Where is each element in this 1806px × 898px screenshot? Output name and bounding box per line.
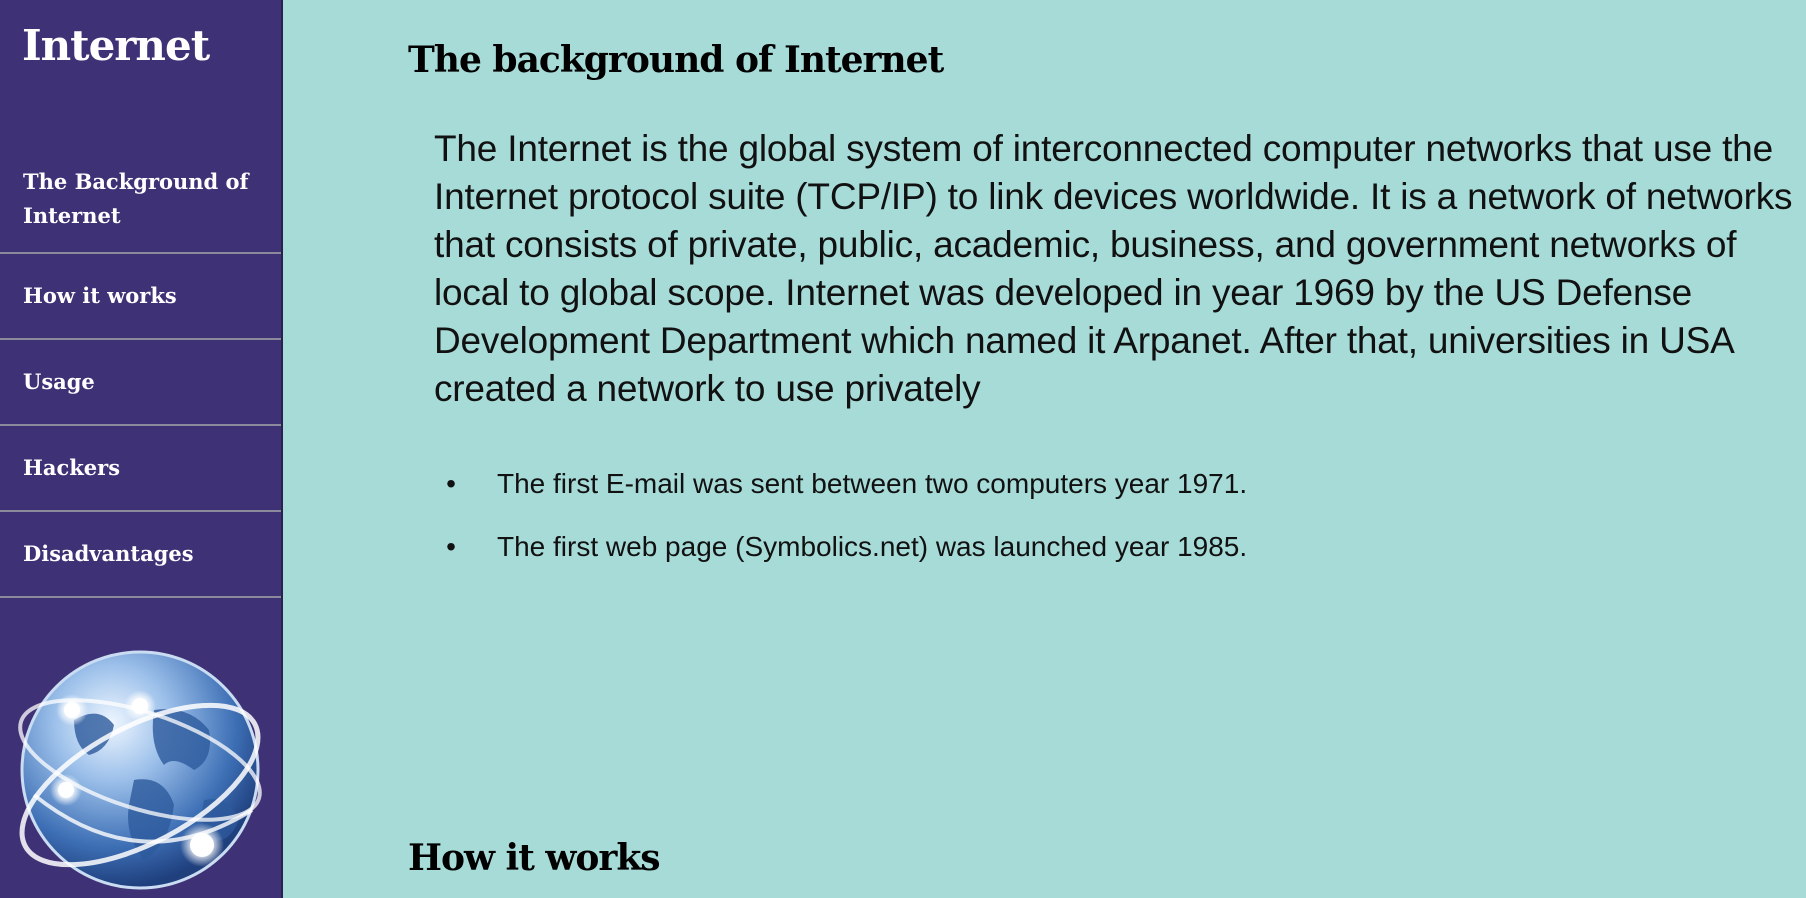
list-item: • The first web page (Symbolics.net) was… [434,525,1247,588]
section-title-background: The background of Internet [408,39,944,81]
facts-list: • The first E-mail was sent between two … [434,462,1247,588]
bullet-icon: • [446,468,456,499]
intro-paragraph: The Internet is the global system of int… [434,128,1793,409]
sidebar-item-disadvantages[interactable]: Disadvantages [0,512,281,598]
sidebar-nav: The Background of Internet How it works … [0,152,281,598]
site-title: Internet [22,21,210,70]
sidebar-item-how-it-works[interactable]: How it works [0,254,281,340]
list-item: • The first E-mail was sent between two … [434,462,1247,525]
main-content: The background of Internet The Internet … [284,0,1806,898]
list-item-text: The first web page (Symbolics.net) was l… [497,531,1248,562]
sidebar: Internet The Background of Internet How … [0,0,283,898]
sidebar-item-usage[interactable]: Usage [0,340,281,426]
section-title-how-it-works: How it works [408,837,661,879]
bullet-icon: • [446,531,456,562]
sidebar-item-background[interactable]: The Background of Internet [0,152,281,254]
list-item-text: The first E-mail was sent between two co… [497,468,1248,499]
sidebar-item-hackers[interactable]: Hackers [0,426,281,512]
globe-network-icon [18,650,262,890]
